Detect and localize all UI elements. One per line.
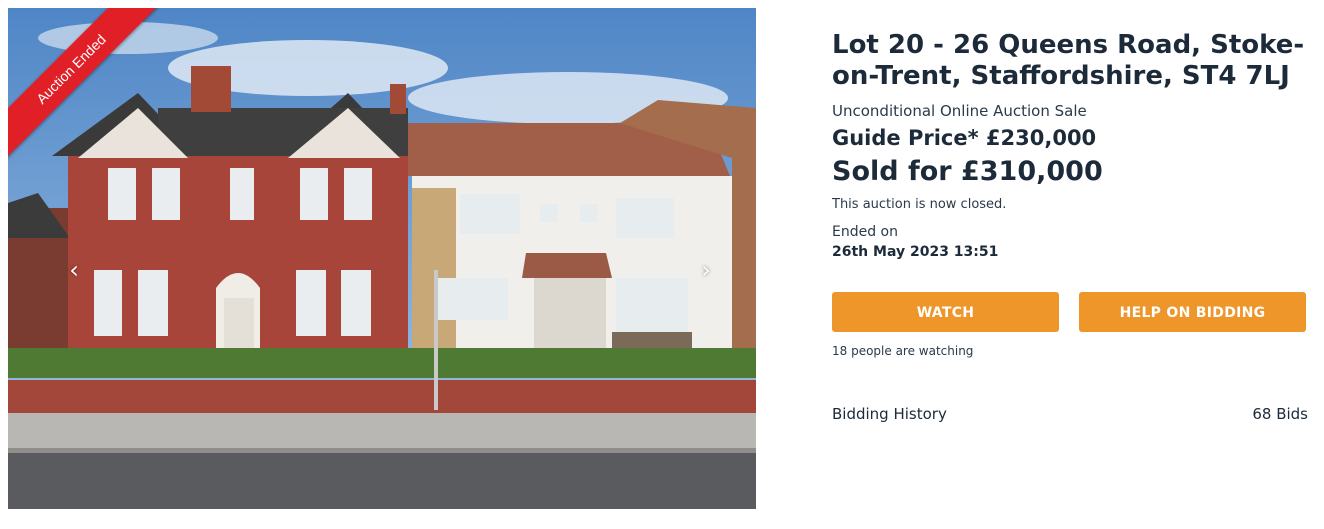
help-on-bidding-button[interactable]: HELP ON BIDDING	[1079, 292, 1306, 332]
auction-status: This auction is now closed.	[832, 197, 1007, 212]
watchers-count: 18 people are watching	[832, 344, 974, 358]
ended-label: Ended on	[832, 224, 898, 240]
watch-button[interactable]: WATCH	[832, 292, 1059, 332]
ended-date: 26th May 2023 13:51	[832, 244, 999, 260]
guide-price: Guide Price* £230,000	[832, 126, 1097, 150]
bid-count: 68 Bids	[1252, 405, 1308, 423]
previous-photo-icon[interactable]: ‹	[64, 258, 84, 282]
next-photo-icon[interactable]: ›	[696, 258, 716, 282]
lot-title: Lot 20 - 26 Queens Road, Stoke-on-Trent,…	[832, 30, 1305, 91]
lot-details-panel: Lot 20 - 26 Queens Road, Stoke-on-Trent,…	[832, 30, 1308, 423]
property-photo-gallery[interactable]: Auction Ended ‹ ›	[8, 8, 756, 509]
auction-ended-ribbon-wrap: Auction Ended	[8, 8, 168, 168]
action-buttons: WATCH HELP ON BIDDING	[832, 292, 1308, 332]
bidding-history-label[interactable]: Bidding History	[832, 405, 947, 423]
auction-ended-ribbon: Auction Ended	[8, 8, 165, 163]
sold-price: Sold for £310,000	[832, 156, 1103, 187]
sale-type: Unconditional Online Auction Sale	[832, 102, 1087, 120]
